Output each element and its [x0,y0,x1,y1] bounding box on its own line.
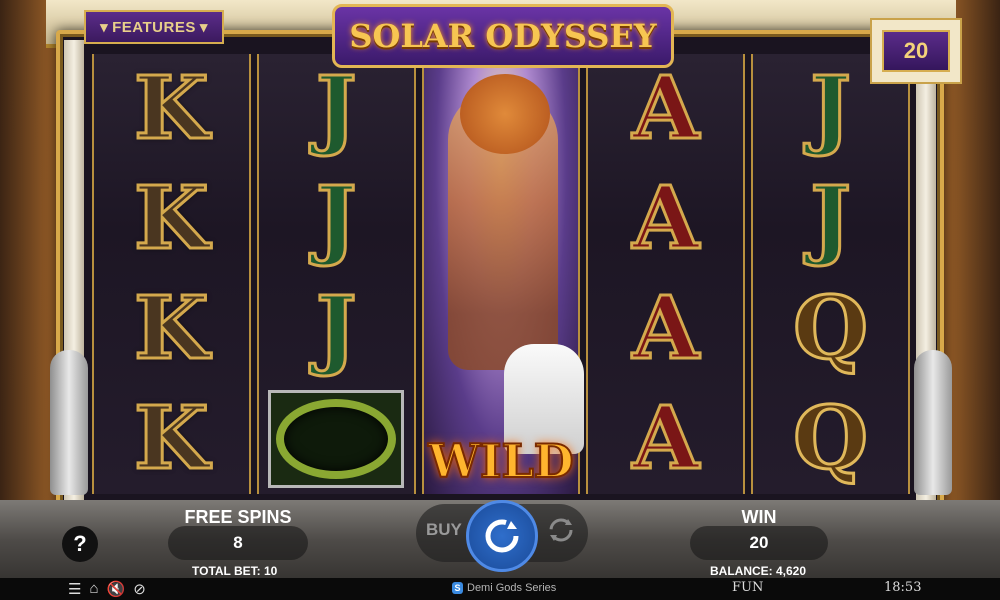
symbol-cell: K [94,164,249,274]
total-bet-label: TOTAL BET: 10 [192,564,278,578]
symbol-k: K [133,278,211,379]
mode-label: FUN [732,580,764,595]
symbol-a: A [631,388,701,489]
game-logo: SOLAR ODYSSEY [332,4,674,68]
symbol-cell [259,384,414,494]
menu-icon[interactable]: ☰ [68,580,81,598]
paylines-count: 20 [882,30,950,72]
symbol-k: K [133,388,211,489]
triangle-down-icon: ▾ [199,19,208,36]
symbol-a: A [631,168,701,269]
reel-5: J J Q Q [751,54,910,494]
statue-left [50,350,88,495]
symbol-j: J [314,58,358,159]
balance-label: BALANCE: 4,620 [710,564,807,578]
statue-right [914,350,952,495]
paylines-box: 20 [870,18,962,84]
laurel-wreath-icon [276,399,397,479]
autoplay-icon [549,518,573,542]
reels-area: K K K K J J J WILD A A A A J J Q Q [92,54,910,494]
reel-3-wild: WILD [421,54,584,494]
sun-god-head [459,74,550,154]
clock: 18:53 [884,580,922,595]
laurel-wreath-symbol [268,390,405,488]
symbol-q: Q [792,278,870,379]
symbol-a: A [631,58,701,159]
triangle-down-icon: ▾ [100,19,109,36]
symbol-cell: Q [753,384,908,494]
symbol-cell: J [259,164,414,274]
win-label: WIN [741,507,777,527]
symbol-q: Q [792,388,870,489]
symbol-cell: K [94,54,249,164]
footer-icons: ☰ ⌂ 🔇 ⊘ [68,580,146,598]
brand-logo-icon: S [452,582,463,594]
home-icon[interactable]: ⌂ [89,580,98,598]
symbol-cell: A [588,274,743,384]
win-value: 20 [690,526,828,560]
reel-1: K K K K [92,54,251,494]
autoplay-button[interactable] [544,513,578,547]
features-label: FEATURES [112,18,196,36]
features-button[interactable]: ▾ FEATURES ▾ [84,10,224,44]
reel-2: J J J [256,54,416,494]
brand-label: Demi Gods Series [467,582,557,594]
symbol-j: J [809,168,853,269]
symbol-cell: K [94,384,249,494]
symbol-cell: Q [753,274,908,384]
buy-button[interactable]: BUY [426,520,462,540]
help-button[interactable]: ? [62,526,98,562]
symbol-cell: J [753,164,908,274]
free-spins-label: FREE SPINS [184,507,292,527]
symbol-k: K [133,58,211,159]
symbol-cell: J [259,274,414,384]
symbol-cell: K [94,274,249,384]
brand-series: S Demi Gods Series [452,582,556,594]
symbol-a: A [631,278,701,379]
symbol-j: J [314,278,358,379]
spin-icon [485,519,519,553]
symbol-j: J [314,168,358,269]
sound-off-icon[interactable]: 🔇 [107,580,126,598]
symbol-k: K [133,168,211,269]
speed-icon[interactable]: ⊘ [133,580,146,598]
symbol-cell: A [588,384,743,494]
symbol-cell: A [588,54,743,164]
symbol-cell: A [588,164,743,274]
free-spins-value: 8 [168,526,308,560]
symbol-cell: J [259,54,414,164]
wild-symbol-label: WILD [427,433,574,489]
reel-4: A A A A [586,54,746,494]
spin-button[interactable] [466,500,538,572]
symbol-j: J [809,58,853,159]
